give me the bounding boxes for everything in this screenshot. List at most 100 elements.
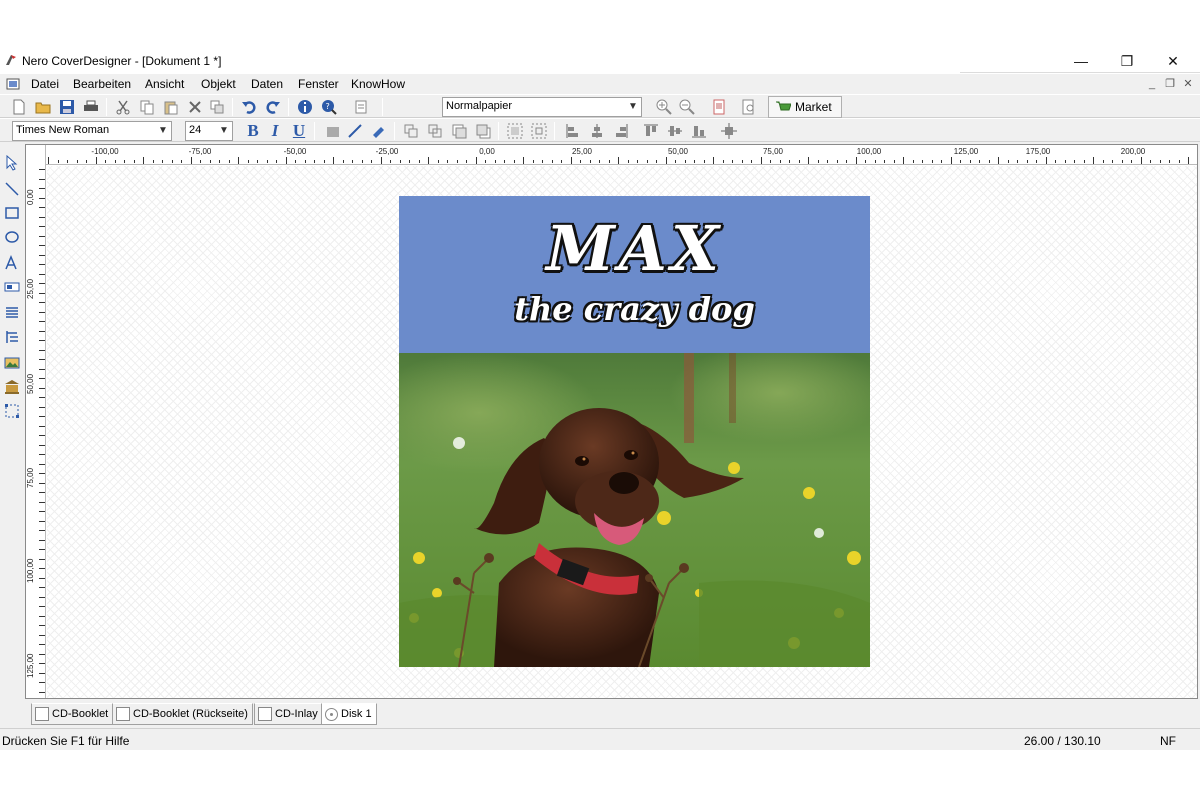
forward-one-icon[interactable] bbox=[450, 122, 468, 140]
fit-page-icon[interactable] bbox=[710, 98, 728, 116]
align-top-icon[interactable] bbox=[642, 122, 660, 140]
zoom-in-icon[interactable] bbox=[655, 98, 673, 116]
ruler-tick bbox=[39, 530, 45, 531]
font-family-select[interactable]: Times New Roman ▼ bbox=[12, 121, 172, 141]
title-bar: Nero CoverDesigner - [Dokument 1 *] — ❐ … bbox=[0, 48, 1200, 74]
cover-subtitle-text[interactable]: the crazy dog bbox=[399, 290, 870, 328]
cover-title-text[interactable]: MAX bbox=[399, 212, 870, 285]
tab-cd-inlay[interactable]: CD-Inlay bbox=[254, 703, 323, 725]
workspace[interactable]: MAX the crazy dog bbox=[47, 166, 1197, 698]
tab-cd-booklet-rueckseite[interactable]: CD-Booklet (Rückseite) bbox=[112, 703, 253, 725]
cover-header-block[interactable]: MAX the crazy dog bbox=[399, 196, 870, 353]
bold-button[interactable]: B bbox=[244, 122, 262, 140]
menu-bearbeiten[interactable]: Bearbeiten bbox=[73, 77, 131, 91]
paper-type-select[interactable]: Normalpapier ▼ bbox=[442, 97, 642, 117]
dog-photo[interactable] bbox=[399, 353, 870, 667]
line-tool-icon[interactable] bbox=[3, 180, 21, 198]
canvas-area[interactable]: -100,00 -75,00 -50,00 -25,00 0,00 25,00 50,00 7… bbox=[25, 144, 1198, 699]
menu-fenster[interactable]: Fenster bbox=[298, 77, 339, 91]
print-icon[interactable] bbox=[82, 98, 100, 116]
nero-app-icon[interactable] bbox=[4, 53, 18, 67]
page-setup-icon[interactable] bbox=[352, 98, 370, 116]
ruler-label: 25,00 bbox=[26, 278, 35, 299]
ruler-tick bbox=[48, 157, 49, 164]
image-tool-icon[interactable] bbox=[3, 354, 21, 372]
backward-one-icon[interactable] bbox=[474, 122, 492, 140]
info-icon[interactable] bbox=[296, 98, 314, 116]
cover-page[interactable]: MAX the crazy dog bbox=[399, 196, 870, 667]
document-icon[interactable] bbox=[6, 77, 20, 91]
paragraph-tool-icon[interactable] bbox=[3, 304, 21, 322]
delete-icon[interactable] bbox=[186, 98, 204, 116]
minimize-button[interactable]: — bbox=[1058, 48, 1104, 74]
save-icon[interactable] bbox=[58, 98, 76, 116]
zoom-page-icon[interactable] bbox=[740, 98, 758, 116]
menu-objekt[interactable]: Objekt bbox=[201, 77, 236, 91]
menu-knowhow[interactable]: KnowHow bbox=[351, 77, 405, 91]
ruler-tick bbox=[1102, 160, 1104, 163]
menu-datei[interactable]: Datei bbox=[31, 77, 59, 91]
textbox-tool-icon[interactable] bbox=[3, 278, 21, 296]
group-icon[interactable] bbox=[506, 122, 524, 140]
mdi-restore-button[interactable]: ❐ bbox=[1162, 76, 1178, 92]
font-size-select[interactable]: 24 ▼ bbox=[185, 121, 233, 141]
italic-button[interactable]: I bbox=[266, 122, 284, 140]
open-folder-icon[interactable] bbox=[34, 98, 52, 116]
restore-button[interactable]: ❐ bbox=[1104, 48, 1150, 74]
cut-icon[interactable] bbox=[114, 98, 132, 116]
fill-color-icon[interactable] bbox=[324, 122, 342, 140]
ruler-tick bbox=[39, 378, 45, 379]
ruler-tick bbox=[542, 160, 543, 163]
ruler-tick bbox=[39, 634, 45, 636]
ruler-tick bbox=[1007, 160, 1009, 163]
market-button[interactable]: Market bbox=[768, 96, 842, 118]
align-left-icon[interactable] bbox=[564, 122, 582, 140]
line-color-icon[interactable] bbox=[346, 122, 364, 140]
close-button[interactable]: ✕ bbox=[1150, 48, 1196, 74]
ruler-tick bbox=[931, 160, 933, 163]
center-page-icon[interactable] bbox=[720, 122, 738, 140]
zoom-out-icon[interactable] bbox=[678, 98, 696, 116]
ruler-tick bbox=[39, 587, 45, 588]
underline-button[interactable]: U bbox=[290, 122, 308, 140]
ungroup-icon[interactable] bbox=[530, 122, 548, 140]
ruler-tick bbox=[836, 160, 838, 163]
chevron-down-icon[interactable]: ▼ bbox=[627, 99, 639, 115]
ruler-label: 125,00 bbox=[26, 653, 35, 678]
send-back-icon[interactable] bbox=[426, 122, 444, 140]
align-bottom-icon[interactable] bbox=[690, 122, 708, 140]
text-tool-icon[interactable] bbox=[3, 254, 21, 272]
database-tool-icon[interactable] bbox=[3, 378, 21, 396]
undo-icon[interactable] bbox=[240, 98, 258, 116]
ellipse-tool-icon[interactable] bbox=[3, 228, 21, 246]
rectangle-tool-icon[interactable] bbox=[3, 204, 21, 222]
ruler-tick bbox=[39, 644, 45, 645]
duplicate-icon[interactable] bbox=[208, 98, 226, 116]
ruler-tick bbox=[893, 160, 895, 163]
align-middle-icon[interactable] bbox=[666, 122, 684, 140]
help-search-icon[interactable]: ? bbox=[320, 98, 338, 116]
pointer-tool-icon[interactable] bbox=[3, 154, 21, 172]
ruler-tick bbox=[779, 160, 781, 163]
mdi-minimize-button[interactable]: _ bbox=[1144, 76, 1160, 92]
redo-icon[interactable] bbox=[264, 98, 282, 116]
bring-front-icon[interactable] bbox=[402, 122, 420, 140]
text-color-icon[interactable] bbox=[370, 122, 388, 140]
ruler-label: 50,00 bbox=[667, 147, 689, 156]
selection-frame-icon[interactable] bbox=[3, 402, 21, 420]
menu-ansicht[interactable]: Ansicht bbox=[145, 77, 184, 91]
align-center-icon[interactable] bbox=[588, 122, 606, 140]
new-document-icon[interactable] bbox=[10, 98, 28, 116]
ruler-tick bbox=[39, 549, 45, 550]
align-right-icon[interactable] bbox=[612, 122, 630, 140]
tab-disk-1[interactable]: Disk 1 bbox=[321, 703, 377, 725]
paste-icon[interactable] bbox=[162, 98, 180, 116]
copy-icon[interactable] bbox=[138, 98, 156, 116]
chevron-down-icon[interactable]: ▼ bbox=[218, 123, 230, 139]
ruler-tick bbox=[162, 160, 163, 163]
tracklist-tool-icon[interactable] bbox=[3, 328, 21, 346]
menu-daten[interactable]: Daten bbox=[251, 77, 283, 91]
mdi-close-button[interactable]: ✕ bbox=[1180, 76, 1196, 92]
tab-cd-booklet[interactable]: CD-Booklet bbox=[31, 703, 114, 725]
chevron-down-icon[interactable]: ▼ bbox=[157, 123, 169, 139]
